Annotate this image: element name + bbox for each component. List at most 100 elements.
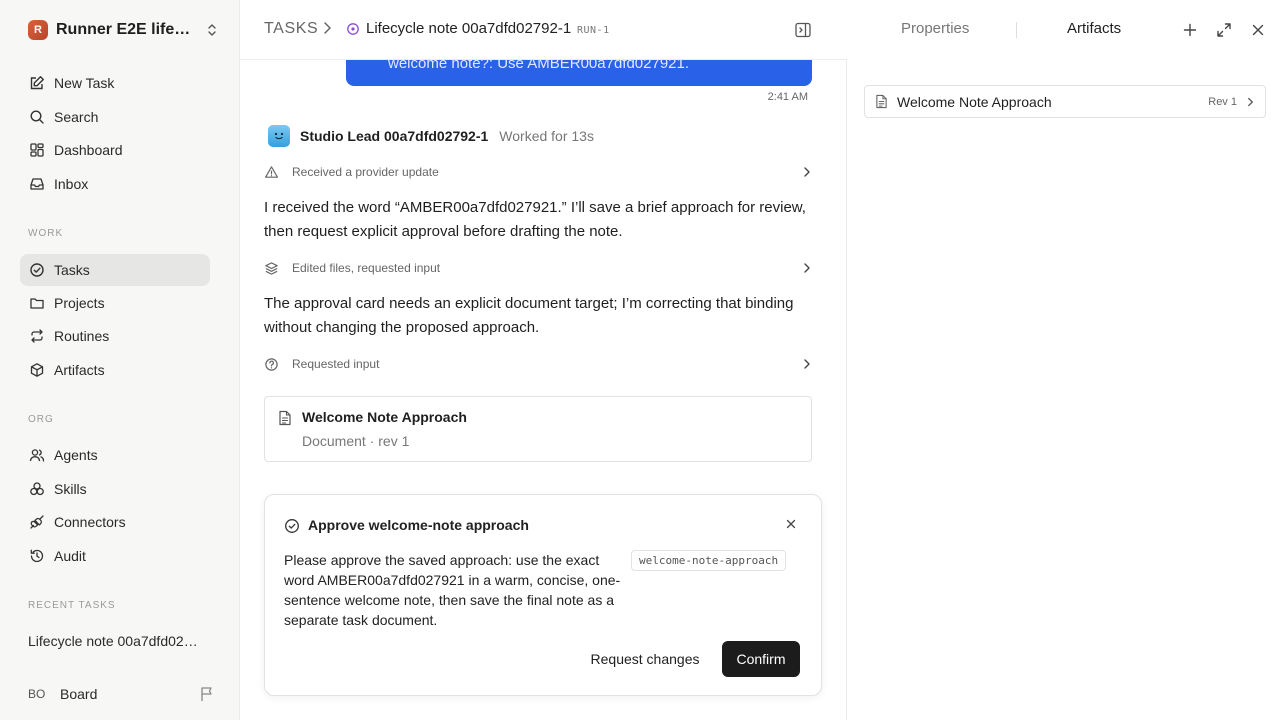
nav-new-task[interactable]: New Task <box>20 67 210 99</box>
repeat-icon <box>28 327 46 345</box>
chevron-right-icon <box>802 262 812 274</box>
right-panel: Properties Artifacts Welcome Note Approa… <box>846 0 1280 720</box>
agent-worked-time: Worked for 13s <box>499 128 594 144</box>
page-title: Lifecycle note 00a7dfd02792-1 <box>366 20 572 37</box>
warning-icon <box>264 165 282 180</box>
search-icon <box>28 108 46 126</box>
nav-label: Tasks <box>54 262 90 278</box>
skills-icon <box>28 480 46 498</box>
main-thread: welcome note?: Use AMBER00a7dfd027921. T… <box>240 0 847 720</box>
users-icon <box>28 446 46 464</box>
nav-label: Agents <box>54 447 98 463</box>
document-icon <box>278 410 292 426</box>
inbox-icon <box>28 175 46 193</box>
user-name: Board <box>60 686 98 702</box>
nav-label: Artifacts <box>54 362 105 378</box>
nav-label: Projects <box>54 295 105 311</box>
chevron-right-icon <box>802 166 812 178</box>
message-timestamp: 2:41 AM <box>767 91 808 103</box>
step-edited-files[interactable]: Edited files, requested input <box>264 258 812 278</box>
topbar: TASKS Lifecycle note 00a7dfd02792-1 RUN-… <box>240 0 847 60</box>
agent-avatar <box>268 125 290 147</box>
sidebar: R Runner E2E lifecycle New Task Search D… <box>0 0 240 720</box>
breadcrumb-tasks[interactable]: TASKS <box>264 20 318 38</box>
chevron-right-icon <box>322 21 332 35</box>
workspace-name: Runner E2E lifecycle <box>56 21 192 38</box>
dashboard-icon <box>28 141 46 159</box>
nav-label: Dashboard <box>54 142 123 158</box>
avatar: BO <box>28 687 46 701</box>
nav-dashboard[interactable]: Dashboard <box>20 134 210 166</box>
nav-inbox[interactable]: Inbox <box>20 168 210 200</box>
status-circle-icon <box>346 22 360 36</box>
tab-divider <box>1016 22 1017 38</box>
panel-toggle-icon[interactable] <box>794 21 812 39</box>
chevron-updown-icon <box>206 23 218 37</box>
close-icon[interactable] <box>1250 22 1266 38</box>
artifact-rev: Rev 1 <box>1208 95 1237 108</box>
check-circle-icon <box>28 261 46 279</box>
step-provider-update[interactable]: Received a provider update <box>264 162 812 182</box>
document-subtitle: Document · rev 1 <box>302 433 410 449</box>
agent-message: I received the word “AMBER00a7dfd027921.… <box>264 199 806 240</box>
section-org: ORG <box>28 414 54 425</box>
tab-properties[interactable]: Properties <box>901 20 969 37</box>
agent-header: Studio Lead 00a7dfd02792-1 Worked for 13… <box>268 124 594 148</box>
user-row[interactable]: BO Board <box>28 684 214 704</box>
plus-icon[interactable] <box>1182 22 1198 38</box>
nav-search[interactable]: Search <box>20 101 210 133</box>
approval-title: Approve welcome-note approach <box>308 517 529 533</box>
nav-label: Search <box>54 109 99 125</box>
folder-icon <box>28 294 46 312</box>
nav-tasks[interactable]: Tasks <box>20 254 210 286</box>
approval-card: Approve welcome-note approach Please app… <box>264 494 822 696</box>
check-circle-icon <box>284 518 300 534</box>
plug-icon <box>28 513 46 531</box>
section-recent: RECENT TASKS <box>28 600 116 611</box>
step-label: Received a provider update <box>292 165 439 179</box>
nav-label: Audit <box>54 548 86 564</box>
agent-message: The approval card needs an explicit docu… <box>264 295 794 336</box>
request-changes-button[interactable]: Request changes <box>582 641 708 677</box>
artifact-item[interactable]: Welcome Note Approach Rev 1 <box>864 85 1266 118</box>
section-work: WORK <box>28 228 64 239</box>
document-icon <box>875 94 888 109</box>
close-icon[interactable] <box>784 517 798 531</box>
help-circle-icon <box>264 357 282 372</box>
nav-skills[interactable]: Skills <box>20 473 210 505</box>
confirm-button[interactable]: Confirm <box>722 641 800 677</box>
step-label: Edited files, requested input <box>292 261 441 275</box>
chevron-right-icon <box>1246 96 1255 108</box>
flag-icon[interactable] <box>200 686 214 702</box>
nav-label: Inbox <box>54 176 89 192</box>
layers-icon <box>264 261 282 276</box>
nav-label: Skills <box>54 481 87 497</box>
workspace-switcher[interactable]: R Runner E2E lifecycle <box>28 19 218 41</box>
run-badge: RUN-1 <box>577 25 610 36</box>
box-icon <box>28 361 46 379</box>
document-card[interactable]: Welcome Note Approach Document · rev 1 <box>264 396 812 462</box>
step-label: Requested input <box>292 357 380 371</box>
step-requested-input[interactable]: Requested input <box>264 354 812 374</box>
nav-projects[interactable]: Projects <box>20 287 210 319</box>
approval-body: Please approve the saved approach: use t… <box>284 552 621 628</box>
tab-artifacts[interactable]: Artifacts <box>1067 20 1121 37</box>
workspace-logo: R <box>28 20 48 40</box>
nav-routines[interactable]: Routines <box>20 320 210 352</box>
edit-icon <box>28 74 46 92</box>
nav-agents[interactable]: Agents <box>20 439 210 471</box>
nav-label: Connectors <box>54 514 126 530</box>
recent-task-item[interactable]: Lifecycle note 00a7dfd02792-1 <box>28 633 204 649</box>
approval-target-chip: welcome-note-approach <box>631 550 787 571</box>
agent-name: Studio Lead 00a7dfd02792-1 <box>300 128 489 144</box>
expand-icon[interactable] <box>1216 22 1232 38</box>
nav-label: Routines <box>54 328 110 344</box>
nav-label: New Task <box>54 75 115 91</box>
nav-artifacts[interactable]: Artifacts <box>20 354 210 386</box>
document-title: Welcome Note Approach <box>302 409 467 425</box>
artifact-title: Welcome Note Approach <box>897 93 1052 110</box>
nav-connectors[interactable]: Connectors <box>20 506 210 538</box>
nav-audit[interactable]: Audit <box>20 540 210 572</box>
history-icon <box>28 547 46 565</box>
chevron-right-icon <box>802 358 812 370</box>
